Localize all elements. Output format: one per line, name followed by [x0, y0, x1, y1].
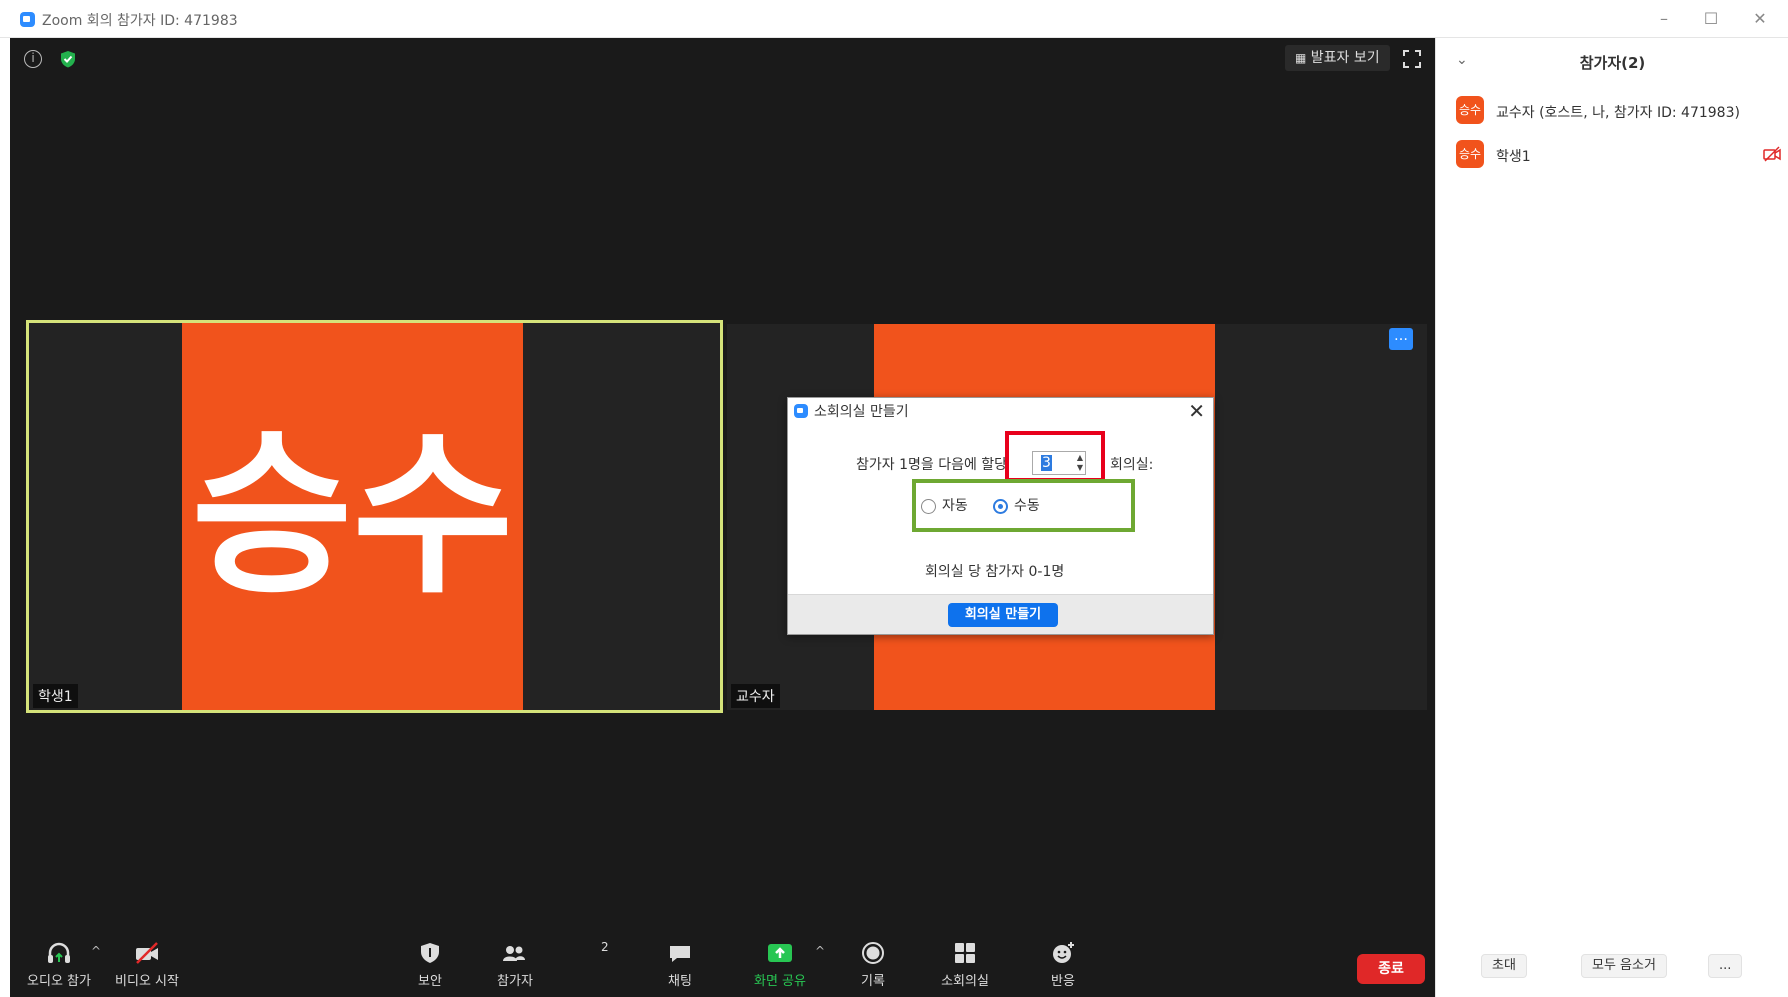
share-options-caret[interactable]: ^	[815, 944, 825, 958]
tile-name-label: 교수자	[731, 684, 780, 708]
share-screen-button[interactable]: 화면 공유	[745, 940, 815, 989]
maximize-button[interactable]: ☐	[1697, 8, 1725, 30]
zoom-window: Zoom 회의 참가자 ID: 471983 – ☐ ✕ i ▦ 발표자 보기 …	[0, 0, 1788, 997]
share-screen-label: 화면 공유	[754, 974, 806, 989]
audio-options-caret[interactable]: ^	[91, 944, 101, 958]
create-rooms-button[interactable]: 회의실 만들기	[948, 603, 1058, 627]
speaker-view-button[interactable]: ▦ 발표자 보기	[1285, 45, 1390, 71]
panel-more-button[interactable]: ...	[1708, 954, 1743, 978]
breakout-rooms-button[interactable]: 소회의실	[935, 940, 995, 989]
zoom-app-icon	[794, 404, 808, 418]
end-meeting-button[interactable]: 종료	[1357, 954, 1425, 984]
security-label: 보안	[418, 974, 442, 989]
breakout-rooms-label: 소회의실	[941, 974, 989, 989]
per-room-text: 회의실 당 참가자 0-1명	[925, 564, 1065, 580]
join-audio-label: 오디오 참가	[27, 974, 91, 989]
participant-avatar: 승수	[1456, 96, 1484, 124]
dialog-footer: 회의실 만들기	[788, 594, 1213, 634]
dialog-title: 소회의실 만들기	[814, 404, 909, 420]
record-circle-icon	[862, 942, 884, 964]
tile-more-button[interactable]: …	[1389, 328, 1413, 350]
highlight-box-red	[1005, 431, 1105, 482]
join-audio-button[interactable]: 오디오 참가	[24, 940, 94, 989]
start-video-button[interactable]: 비디오 시작	[112, 940, 182, 989]
close-window-button[interactable]: ✕	[1746, 8, 1774, 30]
dialog-close-button[interactable]: ✕	[1188, 400, 1205, 422]
meeting-toolbar: 오디오 참가 ^ 비디오 시작 보안 참가자 2 채팅 화면 공유 ^ 기록 소…	[10, 930, 1435, 997]
security-button[interactable]: 보안	[410, 940, 450, 989]
invite-button[interactable]: 초대	[1481, 954, 1527, 978]
fullscreen-icon[interactable]	[1403, 50, 1421, 68]
minimize-button[interactable]: –	[1650, 8, 1678, 30]
people-icon	[503, 946, 525, 961]
assign-label: 참가자 1명을 다음에 할당	[856, 457, 1008, 473]
avatar: 승수	[182, 323, 523, 710]
reactions-button[interactable]: 반응	[1043, 940, 1083, 989]
zoom-app-icon	[20, 12, 35, 27]
panel-title: 참가자(2)	[1579, 54, 1646, 72]
tile-name-label: 학생1	[33, 684, 78, 708]
info-icon[interactable]: i	[24, 50, 42, 68]
shield-icon	[421, 943, 439, 963]
reactions-label: 반응	[1051, 974, 1075, 989]
participant-name: 교수자 (호스트, 나, 참가자 ID: 471983)	[1496, 105, 1740, 121]
title-bar: Zoom 회의 참가자 ID: 471983 – ☐ ✕	[0, 0, 1788, 38]
share-arrow-icon	[768, 944, 792, 962]
chat-bubble-icon	[670, 946, 690, 962]
meeting-area: i ▦ 발표자 보기 승수 학생1 교수자 …	[10, 38, 1435, 997]
record-label: 기록	[861, 974, 885, 989]
video-off-icon	[136, 942, 158, 964]
grid-icon: ▦	[1295, 51, 1307, 65]
chat-label: 채팅	[668, 974, 692, 989]
camera-off-icon[interactable]	[1762, 145, 1782, 163]
start-video-label: 비디오 시작	[115, 974, 179, 989]
participants-label: 참가자	[497, 974, 533, 989]
participant-name: 학생1	[1496, 149, 1531, 165]
video-tile-student[interactable]: 승수 학생1	[26, 320, 723, 713]
chat-button[interactable]: 채팅	[660, 940, 700, 989]
window-title: Zoom 회의 참가자 ID: 471983	[42, 13, 238, 29]
highlight-box-green	[912, 479, 1135, 532]
record-button[interactable]: 기록	[853, 940, 893, 989]
security-shield-icon[interactable]	[60, 50, 76, 68]
participants-panel: ⌄ 참가자(2) 승수 교수자 (호스트, 나, 참가자 ID: 471983)…	[1435, 38, 1788, 997]
participant-row[interactable]: 승수 교수자 (호스트, 나, 참가자 ID: 471983)	[1456, 96, 1776, 126]
participant-avatar: 승수	[1456, 140, 1484, 168]
rooms-suffix-label: 회의실:	[1110, 457, 1154, 473]
participant-row[interactable]: 승수 학생1	[1456, 140, 1781, 170]
emoji-plus-icon	[1053, 942, 1074, 963]
speaker-view-label: 발표자 보기	[1310, 50, 1380, 66]
headphones-icon	[48, 942, 70, 963]
mute-all-button[interactable]: 모두 음소거	[1581, 954, 1667, 978]
breakout-grid-icon	[955, 943, 975, 963]
participants-button[interactable]: 참가자	[490, 940, 540, 989]
participants-count: 2	[601, 940, 609, 954]
